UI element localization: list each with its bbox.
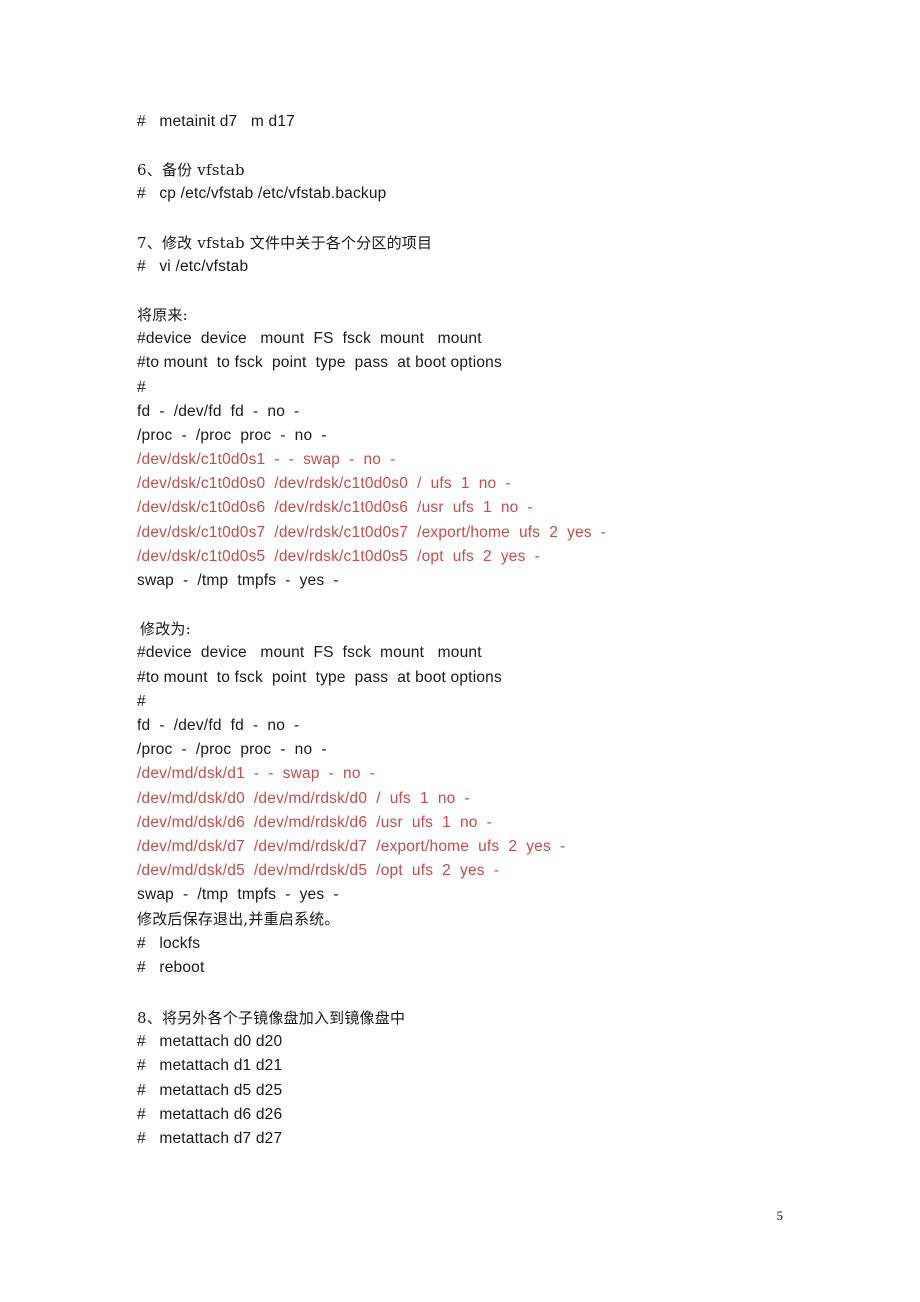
page-number: 5 <box>776 1208 784 1223</box>
vfstab-line: /dev/dsk/c1t0d0s1 - - swap - no - <box>137 451 396 469</box>
vfstab-line: # <box>137 692 146 710</box>
vfstab-before-block: #device device mount FS fsck mount mount… <box>137 327 797 593</box>
vfstab-line: fd - /dev/fd fd - no - <box>137 716 300 734</box>
section-8-heading: 8、将另外各个子镜像盘加入到镜像盘中 <box>137 1009 406 1027</box>
after-label: 修改为: <box>140 620 191 639</box>
vfstab-line: swap - /tmp tmpfs - yes - <box>137 572 339 589</box>
document-page: # metainit d7 m d17 6、备份 vfstab # cp /et… <box>0 0 920 1302</box>
command-vi-vfstab: # vi /etc/vfstab <box>137 257 249 275</box>
vfstab-line: /dev/md/dsk/d5 /dev/md/rdsk/d5 /opt ufs … <box>137 862 500 880</box>
vfstab-line: swap - /tmp tmpfs - yes - <box>137 886 339 904</box>
command-line: # metattach d5 d25 <box>137 1081 283 1099</box>
vfstab-line: /proc - /proc proc - no - <box>137 741 327 759</box>
vfstab-line: /dev/dsk/c1t0d0s7 /dev/rdsk/c1t0d0s7 /ex… <box>137 523 607 541</box>
vfstab-line: /proc - /proc proc - no - <box>137 426 327 444</box>
command-line: # metattach d1 d21 <box>137 1057 283 1075</box>
vfstab-line: /dev/md/dsk/d7 /dev/md/rdsk/d7 /export/h… <box>137 837 566 855</box>
vfstab-line: #to mount to fsck point type pass at boo… <box>137 354 502 372</box>
command-reboot: # reboot <box>137 958 205 976</box>
before-label: 将原来: <box>137 305 188 324</box>
section-6-heading: 6、备份 vfstab <box>137 161 245 180</box>
vfstab-line: /dev/dsk/c1t0d0s0 /dev/rdsk/c1t0d0s0 / u… <box>137 475 511 493</box>
vfstab-after-block: #device device mount FS fsck mount mount… <box>137 641 797 907</box>
metattach-command-list: # metattach d0 d20 # metattach d1 d21 # me… <box>137 1030 797 1151</box>
command-line: # metattach d7 d27 <box>137 1129 283 1147</box>
command-metainit-d7: # metainit d7 m d17 <box>137 113 295 130</box>
command-line: # metattach d6 d26 <box>137 1105 283 1123</box>
vfstab-line: #to mount to fsck point type pass at boo… <box>137 668 502 686</box>
vfstab-line: /dev/md/dsk/d0 /dev/md/rdsk/d0 / ufs 1 n… <box>137 789 470 807</box>
vfstab-line: # <box>137 378 146 396</box>
document-body: # metainit d7 m d17 6、备份 vfstab # cp /et… <box>137 110 797 1151</box>
vfstab-line: #device device mount FS fsck mount mount <box>137 644 482 662</box>
vfstab-line: #device device mount FS fsck mount mount <box>137 330 482 348</box>
command-line: # metattach d0 d20 <box>137 1033 283 1051</box>
section-7-heading: 7、修改 vfstab 文件中关于各个分区的项目 <box>137 233 433 252</box>
vfstab-line: /dev/dsk/c1t0d0s5 /dev/rdsk/c1t0d0s5 /op… <box>137 547 540 565</box>
command-cp-vfstab: # cp /etc/vfstab /etc/vfstab.backup <box>137 185 387 203</box>
vfstab-line: /dev/md/dsk/d6 /dev/md/rdsk/d6 /usr ufs … <box>137 813 492 831</box>
vfstab-line: fd - /dev/fd fd - no - <box>137 402 300 420</box>
command-lockfs: # lockfs <box>137 934 201 952</box>
vfstab-line: /dev/md/dsk/d1 - - swap - no - <box>137 765 376 783</box>
save-exit-note: 修改后保存退出,并重启系统。 <box>137 910 340 929</box>
vfstab-line: /dev/dsk/c1t0d0s6 /dev/rdsk/c1t0d0s6 /us… <box>137 499 533 517</box>
